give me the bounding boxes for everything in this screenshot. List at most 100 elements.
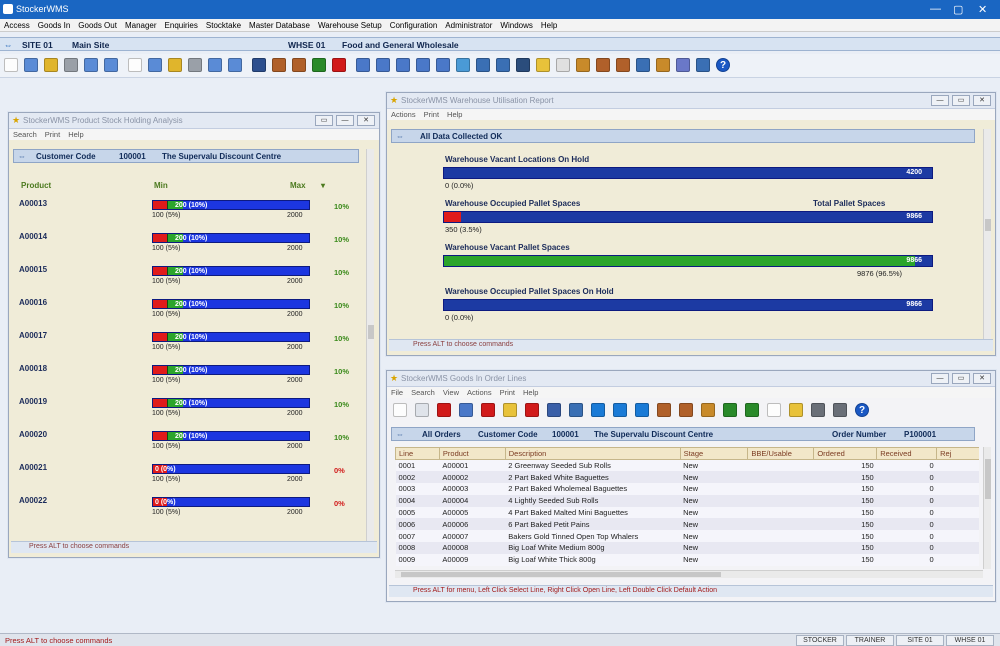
orders-hscrollbar[interactable]: [395, 570, 983, 578]
new-line-icon[interactable]: [393, 403, 407, 417]
table-row[interactable]: 0009 A00009 Big Loaf White Thick 800g New 15…: [395, 553, 979, 566]
menu-actions[interactable]: Actions: [463, 387, 496, 398]
menu-item-stocktake[interactable]: Stocktake: [202, 19, 245, 30]
menu-actions[interactable]: Actions: [387, 109, 420, 120]
table-row[interactable]: 0004 A00004 4 Lightly Seeded Sub Rolls New 1…: [395, 494, 979, 507]
close-icon[interactable]: ✕: [978, 3, 987, 16]
list2-icon[interactable]: [745, 403, 759, 417]
tools-icon[interactable]: [811, 403, 825, 417]
col-header-line[interactable]: Line: [395, 447, 440, 460]
manual-icon[interactable]: [696, 58, 710, 72]
menu-item-goods-in[interactable]: Goods In: [34, 19, 74, 30]
monitor-icon[interactable]: [476, 58, 490, 72]
folder-icon[interactable]: [789, 403, 803, 417]
grid2-icon[interactable]: [188, 58, 202, 72]
table-row[interactable]: 0005 A00005 4 Part Baked Malted Mini Bague…: [395, 506, 979, 519]
recycle-icon[interactable]: [312, 58, 326, 72]
boxes-icon[interactable]: [679, 403, 693, 417]
col-header-product[interactable]: Product: [438, 447, 506, 460]
folder2-icon[interactable]: [168, 58, 182, 72]
menu-item-enquiries[interactable]: Enquiries: [161, 19, 202, 30]
menu-item-windows[interactable]: Windows: [496, 19, 536, 30]
col-header-rej[interactable]: Rej: [936, 447, 979, 460]
report5-icon[interactable]: [436, 58, 450, 72]
report2-icon[interactable]: [376, 58, 390, 72]
minimize-icon[interactable]: —: [930, 3, 941, 15]
calculator-icon[interactable]: [516, 58, 530, 72]
report4-icon[interactable]: [416, 58, 430, 72]
page-icon[interactable]: [128, 58, 142, 72]
menu-item-configuration[interactable]: Configuration: [386, 19, 442, 30]
window-minimize-button[interactable]: —: [336, 115, 354, 126]
menu-help[interactable]: Help: [64, 129, 87, 140]
copy-icon[interactable]: [415, 403, 429, 417]
form-icon[interactable]: [24, 58, 38, 72]
menu-search[interactable]: Search: [407, 387, 439, 398]
maximize-icon[interactable]: ▢: [953, 3, 963, 16]
grid-icon[interactable]: [64, 58, 78, 72]
table-row[interactable]: 0003 A00003 2 Part Baked Wholemeal Baguett…: [395, 483, 979, 495]
tools2-icon[interactable]: [833, 403, 847, 417]
table-row[interactable]: 0002 A00002 2 Part Baked White Baguettes Ne…: [395, 471, 979, 484]
crate-icon[interactable]: [701, 403, 715, 417]
menu-help[interactable]: Help: [443, 109, 466, 120]
menu-print[interactable]: Print: [41, 129, 64, 140]
menu-item-administrator[interactable]: Administrator: [441, 19, 496, 30]
crate-icon[interactable]: [596, 58, 610, 72]
sort-arrow-icon[interactable]: ▾: [321, 181, 325, 190]
stop-icon[interactable]: [525, 403, 539, 417]
menu-file[interactable]: File: [387, 387, 407, 398]
book-icon[interactable]: [252, 58, 266, 72]
col-header-received[interactable]: Received: [876, 447, 938, 460]
delete-icon[interactable]: [437, 403, 451, 417]
flag-yellow-icon[interactable]: [503, 403, 517, 417]
orders-vscrollbar[interactable]: [983, 447, 991, 569]
flag-icon[interactable]: [332, 58, 346, 72]
window-restore-button[interactable]: ▭: [315, 115, 333, 126]
window-close-button[interactable]: ✕: [973, 95, 991, 106]
report3-icon[interactable]: [396, 58, 410, 72]
archive-icon[interactable]: [616, 58, 630, 72]
ledger-icon[interactable]: [636, 58, 650, 72]
page-icon[interactable]: [767, 403, 781, 417]
help-icon[interactable]: ?: [855, 403, 869, 417]
menu-item-access[interactable]: Access: [0, 19, 34, 30]
window-restore-button[interactable]: ▭: [952, 373, 970, 384]
table-row[interactable]: 0006 A00006 6 Part Baked Petit Pains New 150…: [395, 518, 979, 531]
window-minimize-button[interactable]: —: [931, 95, 949, 106]
boxes-icon[interactable]: [292, 58, 306, 72]
box-icon[interactable]: [272, 58, 286, 72]
window-minimize-button[interactable]: —: [931, 373, 949, 384]
grid-icon[interactable]: [569, 403, 583, 417]
window-close-button[interactable]: ✕: [973, 373, 991, 384]
arrow-right-icon[interactable]: [613, 403, 627, 417]
folder-icon[interactable]: [44, 58, 58, 72]
col-header-ordered[interactable]: Ordered: [813, 447, 878, 460]
report-icon[interactable]: [356, 58, 370, 72]
menu-item-warehouse-setup[interactable]: Warehouse Setup: [314, 19, 386, 30]
util-scrollbar[interactable]: [983, 129, 991, 339]
window-restore-button[interactable]: ▭: [952, 95, 970, 106]
tools-icon[interactable]: [576, 58, 590, 72]
box-icon[interactable]: [657, 403, 671, 417]
col-header-stage[interactable]: Stage: [679, 447, 749, 460]
note-icon[interactable]: [536, 58, 550, 72]
doc-blue-icon[interactable]: [84, 58, 98, 72]
new-doc-icon[interactable]: [4, 58, 18, 72]
list-icon[interactable]: [723, 403, 737, 417]
help-icon[interactable]: ?: [716, 58, 730, 72]
screen-icon[interactable]: [496, 58, 510, 72]
edit-icon[interactable]: [459, 403, 473, 417]
menu-item-goods-out[interactable]: Goods Out: [74, 19, 121, 30]
doc4-icon[interactable]: [228, 58, 242, 72]
doc3-icon[interactable]: [208, 58, 222, 72]
table-row[interactable]: 0008 A00008 Big Loaf White Medium 800g New 1…: [395, 542, 979, 554]
stock-scrollbar[interactable]: [366, 149, 374, 541]
arrow-left-icon[interactable]: [591, 403, 605, 417]
col-header-description[interactable]: Description: [504, 447, 681, 460]
table-row[interactable]: 0001 A00001 2 Greenway Seeded Sub Rolls New…: [395, 459, 979, 472]
col-header-bbeusable[interactable]: BBE/Usable: [747, 447, 815, 460]
flag-red-icon[interactable]: [481, 403, 495, 417]
arrow-both-icon[interactable]: [635, 403, 649, 417]
binoculars-icon[interactable]: [547, 403, 561, 417]
